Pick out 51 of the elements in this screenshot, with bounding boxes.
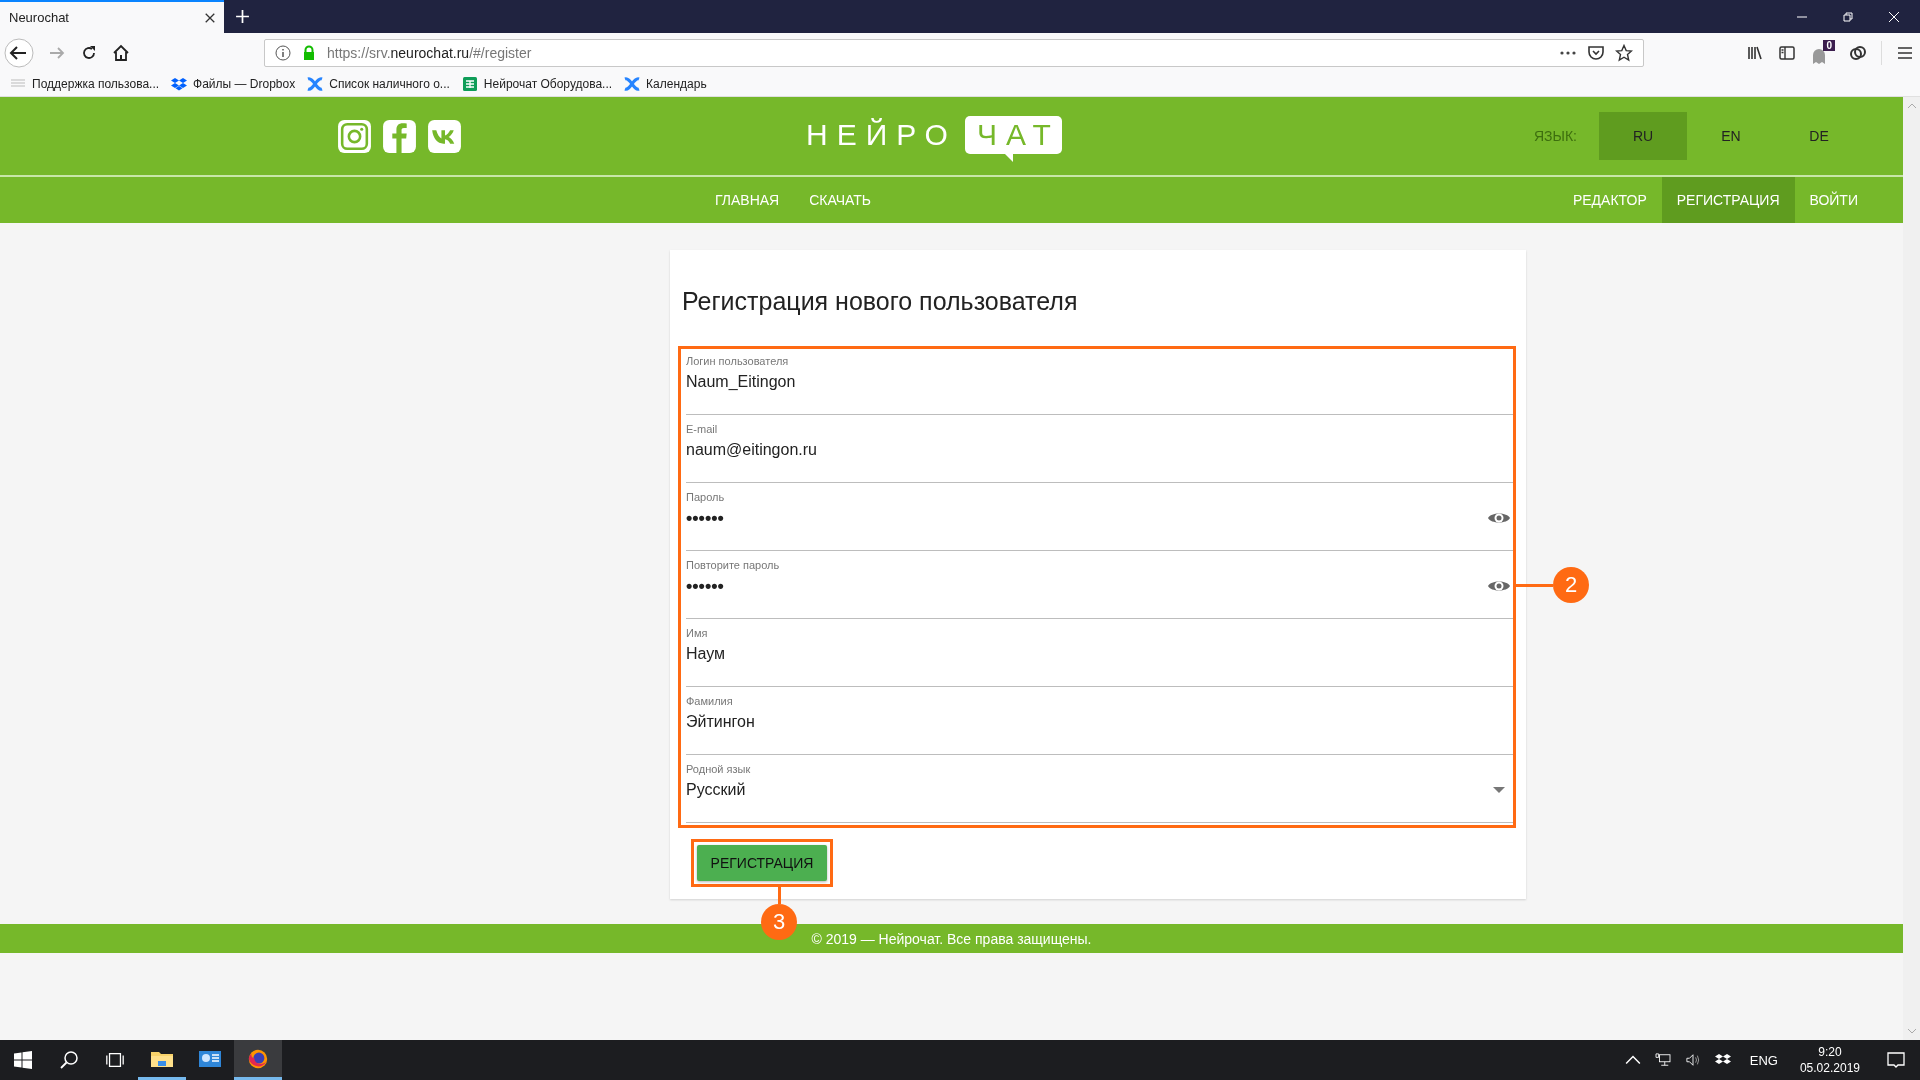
address-bar[interactable]: https://srv.neurochat.ru/#/register: [264, 38, 1644, 67]
cross-icon: [624, 76, 641, 92]
callout-number: 3: [761, 904, 797, 940]
box-icon: [171, 76, 188, 92]
tab-title: Neurochat: [9, 10, 70, 25]
form-title: Регистрация нового пользователя: [682, 287, 1079, 316]
language-button[interactable]: EN: [1687, 112, 1775, 160]
cross-icon: [307, 76, 324, 92]
clock[interactable]: 9:20 05.02.2019: [1799, 1044, 1860, 1076]
fox-globe-icon: [246, 1047, 270, 1070]
register-button[interactable]: РЕГИСТРАЦИЯ: [697, 845, 827, 881]
form-field[interactable]: Повторите пароль ••••••: [686, 553, 1513, 619]
bookmark[interactable]: Нейрочат Оборудова...: [461, 76, 613, 92]
form-field[interactable]: Имя Наум: [686, 621, 1513, 687]
pocket-icon[interactable]: [1587, 43, 1605, 62]
back-icon[interactable]: [4, 37, 34, 68]
form-field[interactable]: Логин пользователя Naum_Eitingon: [686, 349, 1513, 415]
sidebar-icon[interactable]: [1778, 43, 1796, 62]
bookmark[interactable]: Список наличного о...: [307, 76, 450, 92]
form-field[interactable]: Пароль ••••••: [686, 485, 1513, 551]
speaker-icon[interactable]: [1684, 1053, 1701, 1067]
browser-tab[interactable]: Neurochat: [0, 0, 224, 33]
ghost-icon: [1810, 47, 1828, 65]
form-field[interactable]: E-mail naum@eitingon.ru: [686, 417, 1513, 483]
language-button[interactable]: RU: [1599, 112, 1687, 160]
copyright-text: © 2019 — Нейрочат. Все права защищены.: [811, 930, 1092, 947]
bookmark[interactable]: Календарь: [624, 76, 707, 92]
info-icon[interactable]: [275, 44, 291, 61]
caret-icon[interactable]: [1493, 787, 1505, 793]
restore-icon[interactable]: [1842, 10, 1854, 23]
box-icon[interactable]: [1714, 1053, 1731, 1067]
language-button[interactable]: DE: [1775, 112, 1863, 160]
language-label: ЯЗЫК:: [1534, 128, 1577, 144]
star-icon[interactable]: [1615, 43, 1633, 62]
plus-icon[interactable]: [235, 9, 250, 24]
close-icon[interactable]: [204, 11, 216, 24]
chevron-up-icon[interactable]: [1624, 1053, 1641, 1067]
callout-number: 2: [1553, 567, 1589, 603]
network-icon[interactable]: [1654, 1053, 1671, 1067]
bookmark[interactable]: Поддержка пользова...: [10, 76, 160, 92]
bookmark[interactable]: Файлы — Dropbox: [171, 76, 296, 92]
extension-button[interactable]: 0: [1810, 40, 1835, 65]
input-language[interactable]: ENG: [1749, 1052, 1778, 1068]
spreadsheet-icon: [461, 76, 478, 92]
extension-badge: 0: [1823, 40, 1835, 51]
lock-icon: [301, 44, 317, 61]
form-field[interactable]: Фамилия Эйтингон: [686, 689, 1513, 755]
reload-icon[interactable]: [80, 43, 98, 62]
form-field[interactable]: Родной язык Русский: [686, 757, 1513, 823]
linked-rings-icon[interactable]: [1849, 43, 1867, 62]
home-icon[interactable]: [112, 43, 130, 62]
